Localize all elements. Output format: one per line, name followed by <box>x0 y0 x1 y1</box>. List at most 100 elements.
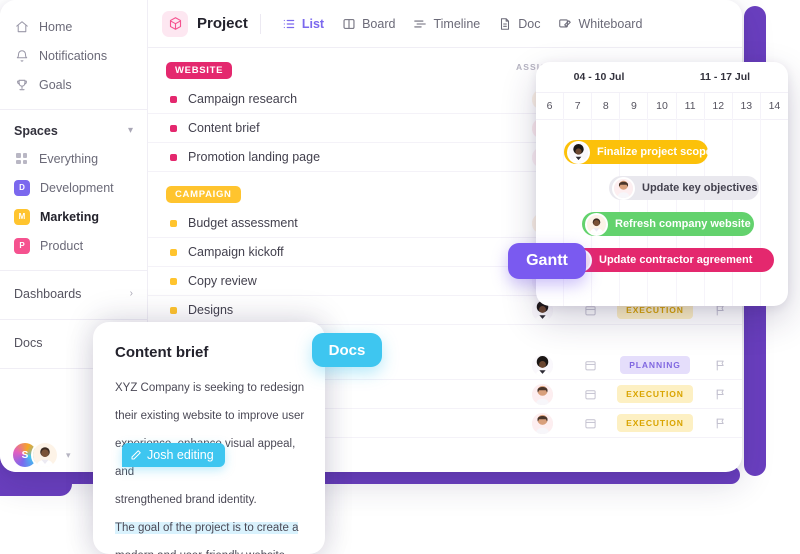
gantt-bar[interactable]: Refresh company website <box>582 212 754 236</box>
gantt-week-header: 04 - 10 Jul 11 - 17 Jul <box>536 62 788 93</box>
sidebar-item-label: Docs <box>14 336 43 350</box>
chevron-down-icon: ▾ <box>127 125 133 136</box>
whiteboard-icon <box>558 17 572 31</box>
sidebar-item-label: Goals <box>39 77 72 92</box>
status-cell[interactable]: EXECUTION <box>612 414 698 432</box>
avatar <box>567 140 590 164</box>
avatar <box>585 212 608 236</box>
date-cell[interactable] <box>568 388 612 401</box>
calendar-icon <box>584 359 597 372</box>
docs-line-highlighted: The goal of the project is to create a <box>115 514 305 542</box>
status-dot <box>170 153 177 161</box>
status-dot <box>170 306 177 314</box>
sidebar-item-product[interactable]: P Product <box>0 231 147 260</box>
gantt-badge[interactable]: Gantt <box>508 243 586 279</box>
avatar <box>531 383 553 405</box>
date-cell[interactable] <box>568 417 612 430</box>
chevron-down-icon[interactable]: ▾ <box>66 450 71 461</box>
sidebar-item-development[interactable]: D Development <box>0 173 147 202</box>
task-name: Copy review <box>188 274 257 288</box>
gantt-day-label: 12 <box>705 93 733 119</box>
priority-cell[interactable] <box>698 388 742 401</box>
pencil-icon <box>130 449 142 461</box>
docs-badge[interactable]: Docs <box>312 333 382 367</box>
sidebar-item-label: Marketing <box>40 209 100 224</box>
gantt-week-label: 11 - 17 Jul <box>699 71 751 83</box>
assignee-cell[interactable] <box>516 412 568 434</box>
group-tag-campaign[interactable]: CAMPAIGN <box>166 186 241 203</box>
sidebar-item-dashboards[interactable]: Dashboards › <box>0 279 147 309</box>
space-initial: P <box>19 241 25 250</box>
tab-label: List <box>301 16 325 31</box>
tab-label: Timeline <box>433 16 481 31</box>
gantt-bar[interactable]: Update contractor agreement <box>566 248 774 272</box>
bell-icon <box>14 48 29 63</box>
priority-cell[interactable] <box>698 359 742 372</box>
chevron-right-icon: › <box>129 288 133 299</box>
home-icon <box>14 19 29 34</box>
sidebar-item-marketing[interactable]: M Marketing <box>0 202 147 231</box>
docs-line: modern and user-friendly website that <box>115 542 305 554</box>
sidebar-divider-3 <box>0 319 147 320</box>
status-badge: EXECUTION <box>617 414 693 432</box>
tab-label: Doc <box>518 16 541 31</box>
tab-label: Board <box>362 16 396 31</box>
gantt-day-label: 9 <box>620 93 649 119</box>
docs-panel: Content brief XYZ Company is seeking to … <box>93 322 325 554</box>
gantt-bar[interactable]: Finalize project scope <box>564 140 712 164</box>
gantt-day-label: 8 <box>592 93 621 119</box>
trophy-icon <box>14 77 29 92</box>
sidebar-item-label: Product <box>40 238 84 253</box>
status-badge: EXECUTION <box>617 385 693 403</box>
task-name: Campaign kickoff <box>188 245 284 259</box>
tab-doc[interactable]: Doc <box>489 12 549 36</box>
avatar <box>531 354 553 376</box>
tab-whiteboard[interactable]: Whiteboard <box>549 12 651 36</box>
gantt-day-label: 13 <box>733 93 761 119</box>
sidebar-item-home[interactable]: Home <box>0 12 147 41</box>
status-dot <box>170 248 177 256</box>
docs-line: their existing website to improve user <box>115 410 305 422</box>
date-cell[interactable] <box>568 359 612 372</box>
space-initial: M <box>18 212 26 221</box>
tab-label: Whiteboard <box>578 16 643 31</box>
gantt-week-label: 04 - 10 Jul <box>573 71 625 83</box>
collaborator-name: Josh editing <box>147 448 214 462</box>
avatar <box>612 176 635 200</box>
docs-line-text: The goal of the project is to create a <box>115 522 299 534</box>
group-tag-website[interactable]: WEBSITE <box>166 62 233 79</box>
status-dot <box>170 124 177 132</box>
docs-line: XYZ Company is seeking to redesign <box>115 382 305 394</box>
task-name: Promotion landing page <box>188 150 321 164</box>
task-name: Budget assessment <box>188 216 298 230</box>
task-name: Content brief <box>188 121 260 135</box>
sidebar-spaces-title: Spaces <box>14 124 58 138</box>
status-cell[interactable]: EXECUTION <box>612 385 698 403</box>
flag-icon <box>714 359 727 372</box>
page-title: Project <box>197 15 248 32</box>
tab-board[interactable]: Board <box>333 12 404 36</box>
sidebar-item-label: Everything <box>39 151 99 166</box>
sidebar-item-goals[interactable]: Goals <box>0 70 147 99</box>
assignee-cell[interactable] <box>516 354 568 376</box>
status-badge: PLANNING <box>620 356 690 374</box>
sidebar-item-label: Dashboards <box>14 287 82 301</box>
gantt-bar[interactable]: Update key objectives <box>609 176 759 200</box>
tab-timeline[interactable]: Timeline <box>404 12 489 36</box>
user-chip[interactable]: S ▾ <box>13 441 71 469</box>
flag-icon <box>714 388 727 401</box>
sidebar-spaces-header[interactable]: Spaces ▾ <box>0 118 147 144</box>
gantt-day-label: 14 <box>768 100 781 112</box>
gantt-bar-label: Finalize project scope <box>597 146 712 158</box>
priority-cell[interactable] <box>698 417 742 430</box>
status-cell[interactable]: PLANNING <box>612 356 698 374</box>
assignee-cell[interactable] <box>516 383 568 405</box>
sidebar-divider-2 <box>0 270 147 271</box>
gantt-day-label: 7 <box>564 93 593 119</box>
calendar-icon <box>584 417 597 430</box>
sidebar-item-notifications[interactable]: Notifications <box>0 41 147 70</box>
status-dot <box>170 277 177 285</box>
tab-list[interactable]: List <box>273 12 333 36</box>
sidebar-item-everything[interactable]: Everything <box>0 144 147 173</box>
project-cube-icon <box>162 10 188 37</box>
